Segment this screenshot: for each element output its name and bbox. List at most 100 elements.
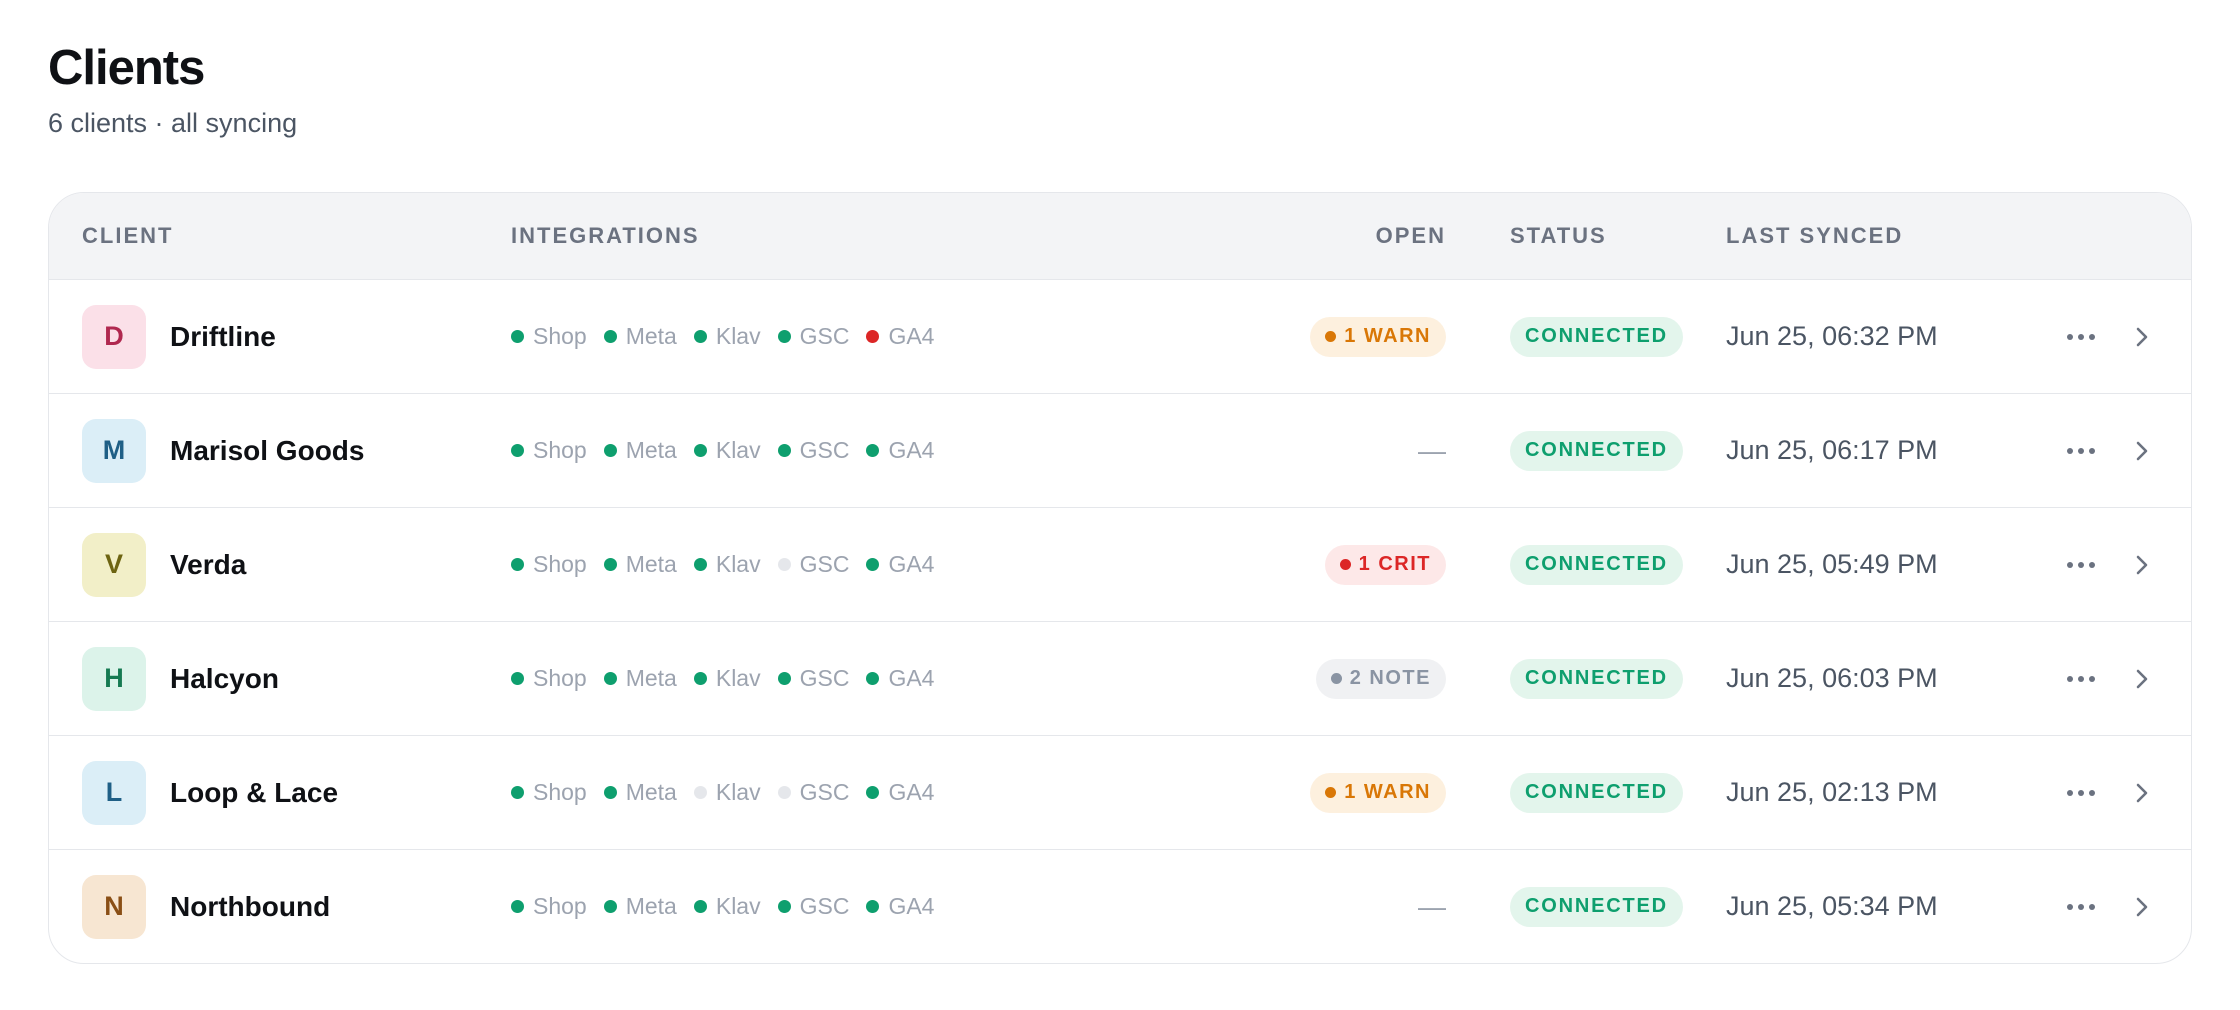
open-issues-cell: 2 NOTE bbox=[1021, 658, 1446, 699]
chevron-right-icon[interactable] bbox=[2133, 781, 2151, 805]
column-header-integrations[interactable]: INTEGRATIONS bbox=[511, 223, 700, 249]
integration-label: Klav bbox=[715, 779, 761, 805]
integration-item: Klav bbox=[693, 665, 761, 692]
integration-item: Meta bbox=[603, 551, 677, 578]
avatar-initial: V bbox=[104, 549, 123, 579]
integration-label: Meta bbox=[625, 437, 677, 463]
more-horizontal-icon[interactable] bbox=[2067, 675, 2095, 682]
more-horizontal-icon[interactable] bbox=[2067, 333, 2095, 340]
integration-status-dot-icon bbox=[511, 444, 524, 457]
table-row[interactable]: M Marisol Goods Shop Meta Klav GSC GA4 — CON… bbox=[49, 393, 2191, 507]
integration-status-dot-icon bbox=[866, 900, 880, 913]
more-horizontal-icon[interactable] bbox=[2067, 903, 2095, 910]
integration-label: Shop bbox=[533, 779, 587, 805]
integration-label: Meta bbox=[625, 893, 677, 919]
integration-item: GA4 bbox=[866, 551, 934, 578]
page-subtitle: 6 clients · all syncing bbox=[48, 108, 298, 138]
chevron-right-icon[interactable] bbox=[2133, 439, 2151, 463]
integration-status-dot-icon bbox=[777, 444, 791, 457]
open-issues-badge[interactable]: 1 WARN bbox=[1310, 772, 1446, 813]
integration-status-dot-icon bbox=[866, 558, 880, 571]
table-row[interactable]: L Loop & Lace Shop Meta Klav GSC GA4 1 WARN … bbox=[49, 735, 2191, 849]
chevron-right-icon[interactable] bbox=[2133, 895, 2151, 919]
chevron-right-icon[interactable] bbox=[2133, 553, 2151, 577]
status-badge: CONNECTED bbox=[1510, 316, 1683, 357]
client-name[interactable]: Halcyon bbox=[170, 663, 279, 695]
integrations-list: Shop Meta Klav GSC GA4 bbox=[511, 665, 1021, 692]
last-synced-time: Jun 25, 05:49 PM bbox=[1726, 549, 1938, 579]
table-row[interactable]: H Halcyon Shop Meta Klav GSC GA4 2 NOTE CONN… bbox=[49, 621, 2191, 735]
open-issues-label: 2 NOTE bbox=[1349, 667, 1431, 689]
more-horizontal-icon[interactable] bbox=[2067, 447, 2095, 454]
integration-status-dot-icon bbox=[866, 786, 880, 799]
table-header: CLIENT INTEGRATIONS OPEN STATUS LAST SYN… bbox=[49, 193, 2191, 279]
integration-label: Shop bbox=[533, 437, 587, 463]
open-issues-cell: 1 WARN bbox=[1021, 772, 1446, 813]
column-header-open[interactable]: OPEN bbox=[1376, 223, 1446, 249]
integration-item: Meta bbox=[603, 665, 677, 692]
integrations-list: Shop Meta Klav GSC GA4 bbox=[511, 893, 1021, 920]
chevron-right-icon[interactable] bbox=[2133, 325, 2151, 349]
integration-label: GSC bbox=[799, 551, 850, 577]
more-horizontal-icon[interactable] bbox=[2067, 561, 2095, 568]
client-name[interactable]: Driftline bbox=[170, 321, 276, 353]
client-name[interactable]: Loop & Lace bbox=[170, 777, 338, 809]
table-row[interactable]: V Verda Shop Meta Klav GSC GA4 1 CRIT CONNEC… bbox=[49, 507, 2191, 621]
open-issues-cell: 1 WARN bbox=[1021, 316, 1446, 357]
open-issues-badge[interactable]: 2 NOTE bbox=[1315, 658, 1446, 699]
open-issues-badge[interactable]: 1 CRIT bbox=[1324, 544, 1446, 585]
integration-status-dot-icon bbox=[693, 786, 707, 799]
integration-label: GA4 bbox=[888, 665, 935, 691]
integration-item: GSC bbox=[777, 323, 850, 350]
integration-status-dot-icon bbox=[603, 672, 617, 685]
status-badge: CONNECTED bbox=[1510, 658, 1683, 699]
integration-label: GSC bbox=[799, 665, 850, 691]
integration-item: Shop bbox=[511, 665, 587, 692]
page-title: Clients bbox=[48, 41, 205, 95]
integration-status-dot-icon bbox=[603, 444, 617, 457]
integration-status-dot-icon bbox=[777, 558, 791, 571]
client-name[interactable]: Marisol Goods bbox=[170, 435, 364, 467]
integration-label: Meta bbox=[625, 323, 677, 349]
open-issues-badge[interactable]: 1 WARN bbox=[1310, 316, 1446, 357]
integration-item: GA4 bbox=[866, 437, 934, 464]
column-header-client[interactable]: CLIENT bbox=[82, 223, 173, 249]
severity-dot-icon bbox=[1339, 559, 1351, 570]
integration-item: Klav bbox=[693, 551, 761, 578]
table-row[interactable]: N Northbound Shop Meta Klav GSC GA4 — CONNEC… bbox=[49, 849, 2191, 963]
integration-item: Klav bbox=[693, 779, 761, 806]
integration-label: GSC bbox=[799, 323, 850, 349]
integration-status-dot-icon bbox=[777, 786, 791, 799]
client-avatar: V bbox=[82, 532, 146, 597]
integration-status-dot-icon bbox=[511, 900, 524, 913]
integration-item: Shop bbox=[511, 779, 587, 806]
chevron-right-icon[interactable] bbox=[2133, 667, 2151, 691]
integration-status-dot-icon bbox=[511, 672, 524, 685]
integration-label: Shop bbox=[533, 893, 587, 919]
more-horizontal-icon[interactable] bbox=[2067, 789, 2095, 796]
integration-label: GA4 bbox=[888, 779, 935, 805]
severity-dot-icon bbox=[1325, 331, 1337, 342]
integration-item: Klav bbox=[693, 437, 761, 464]
integration-item: GSC bbox=[777, 665, 850, 692]
last-synced-time: Jun 25, 06:03 PM bbox=[1726, 663, 1938, 693]
integration-status-dot-icon bbox=[693, 444, 707, 457]
integrations-list: Shop Meta Klav GSC GA4 bbox=[511, 551, 1021, 578]
integration-label: Klav bbox=[715, 323, 761, 349]
integration-status-dot-icon bbox=[603, 558, 617, 571]
integration-status-dot-icon bbox=[866, 672, 880, 685]
integration-label: Shop bbox=[533, 551, 587, 577]
integration-label: GSC bbox=[799, 893, 850, 919]
column-header-status[interactable]: STATUS bbox=[1510, 223, 1607, 249]
client-name[interactable]: Northbound bbox=[170, 891, 330, 923]
column-header-last-synced[interactable]: LAST SYNCED bbox=[1726, 223, 1903, 249]
integration-status-dot-icon bbox=[693, 672, 707, 685]
integration-label: GSC bbox=[799, 779, 850, 805]
integrations-list: Shop Meta Klav GSC GA4 bbox=[511, 323, 1021, 350]
table-row[interactable]: D Driftline Shop Meta Klav GSC GA4 1 WARN CO… bbox=[49, 279, 2191, 393]
integrations-list: Shop Meta Klav GSC GA4 bbox=[511, 437, 1021, 464]
client-name[interactable]: Verda bbox=[170, 549, 246, 581]
status-badge: CONNECTED bbox=[1510, 544, 1683, 585]
integration-item: GA4 bbox=[866, 665, 934, 692]
last-synced-time: Jun 25, 02:13 PM bbox=[1726, 777, 1938, 807]
